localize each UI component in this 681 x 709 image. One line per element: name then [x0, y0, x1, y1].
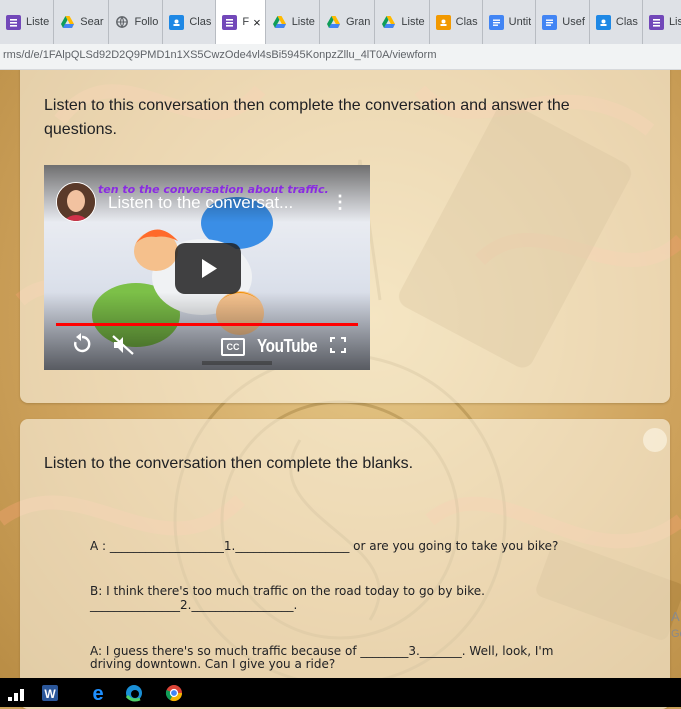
clipped-side-text: Go — [671, 628, 681, 640]
drive-icon — [60, 15, 75, 30]
play-icon — [202, 259, 217, 278]
forms-icon — [648, 14, 664, 30]
dialogue-line: _______________2._________________. — [90, 598, 298, 612]
chrome-icon[interactable] — [164, 683, 184, 703]
svg-text:W: W — [44, 687, 56, 701]
channel-avatar[interactable] — [56, 182, 96, 222]
fullscreen-icon[interactable] — [330, 337, 346, 353]
classroom-icon — [595, 14, 611, 30]
globe-icon — [115, 15, 130, 30]
drive-icon — [272, 15, 287, 30]
section-title: Listen to this conversation then complet… — [44, 97, 570, 138]
docs-icon — [488, 14, 504, 30]
tab-label: Follo — [134, 16, 159, 28]
address-bar[interactable]: rms/d/e/1FAlpQLSd92D2Q9PMD1n1XS5CwzOde4v… — [0, 44, 681, 70]
question-card-blanks: Listen to the conversation then complete… — [20, 419, 670, 709]
tab-label: Usef — [562, 16, 585, 28]
classroom-icon — [169, 14, 185, 30]
tab-label: F — [242, 16, 250, 28]
captions-button[interactable]: CC — [221, 338, 245, 356]
youtube-video-player[interactable]: ten to the conversation about traffic. L… — [44, 165, 370, 370]
drive-icon — [326, 15, 341, 30]
browser-tab[interactable]: Gran — [320, 0, 376, 44]
more-options-icon[interactable]: ⋮ — [331, 193, 349, 211]
tab-label: Liste — [26, 16, 50, 28]
browser-tab[interactable]: Clas — [590, 0, 643, 44]
docs-icon — [542, 14, 558, 30]
dialogue-line: A : ___________________1._______________… — [90, 539, 559, 553]
question-card-video: Listen to this conversation then complet… — [20, 62, 670, 403]
tab-label: Liste — [291, 16, 315, 28]
drive-icon — [381, 15, 396, 30]
avatar-portrait-icon — [57, 183, 95, 221]
forms-icon — [6, 14, 21, 30]
classroom-icon — [435, 14, 451, 30]
youtube-logo[interactable]: YouTube — [257, 336, 318, 357]
browser-tab[interactable]: Liste — [643, 0, 681, 44]
tab-label: Clas — [455, 16, 478, 28]
forms-icon — [222, 14, 238, 30]
tab-label: Clas — [615, 16, 638, 28]
tab-label: Clas — [189, 16, 212, 28]
browser-tab[interactable]: Liste — [375, 0, 430, 44]
tab-label: Untit — [508, 16, 532, 28]
close-icon[interactable]: × — [253, 15, 261, 30]
mute-icon[interactable] — [112, 335, 134, 355]
browser-tab[interactable]: Untit — [483, 0, 537, 44]
dialogue-line: B: I think there's too much traffic on t… — [90, 584, 485, 598]
browser-tab[interactable]: Clas — [430, 0, 483, 44]
tab-label: Liste — [401, 16, 425, 28]
clipped-side-text: A — [671, 609, 680, 624]
section-title: Listen to the conversation then complete… — [44, 455, 414, 472]
dialogue-line: driving downtown. Can I give you a ride? — [90, 657, 336, 671]
browser-tab[interactable]: Clas — [163, 0, 217, 44]
url-text[interactable]: rms/d/e/1FAlpQLSd92D2Q9PMD1n1XS5CwzOde4v… — [3, 49, 437, 61]
replay-icon[interactable] — [71, 333, 93, 355]
dialogue-line: A: I guess there's so much traffic becau… — [90, 644, 554, 658]
browser-tab[interactable]: Liste — [0, 0, 55, 44]
svg-text:e: e — [92, 683, 103, 703]
tab-label: Sear — [80, 16, 104, 28]
browser-tab[interactable]: Usef — [536, 0, 590, 44]
browser-tab[interactable]: Liste — [266, 0, 320, 44]
edge-icon[interactable] — [124, 683, 144, 703]
browser-tab[interactable]: F × — [216, 0, 266, 44]
tab-label: Liste — [668, 16, 681, 28]
windows-taskbar: W e — [0, 678, 681, 707]
play-button[interactable] — [175, 243, 241, 294]
video-progress-bar[interactable] — [56, 323, 358, 326]
video-title[interactable]: Listen to the conversat... — [108, 193, 293, 213]
browser-tab-strip: Liste Sear Follo Clas F × Liste Gran Liste Clas Un… — [0, 0, 681, 44]
browser-tab[interactable]: Follo — [109, 0, 164, 44]
browser-tab[interactable]: Sear — [54, 0, 109, 44]
network-icon[interactable] — [6, 683, 26, 703]
tab-label: Gran — [345, 16, 371, 28]
word-icon[interactable]: W — [40, 683, 60, 703]
edge-legacy-icon[interactable]: e — [88, 683, 108, 703]
